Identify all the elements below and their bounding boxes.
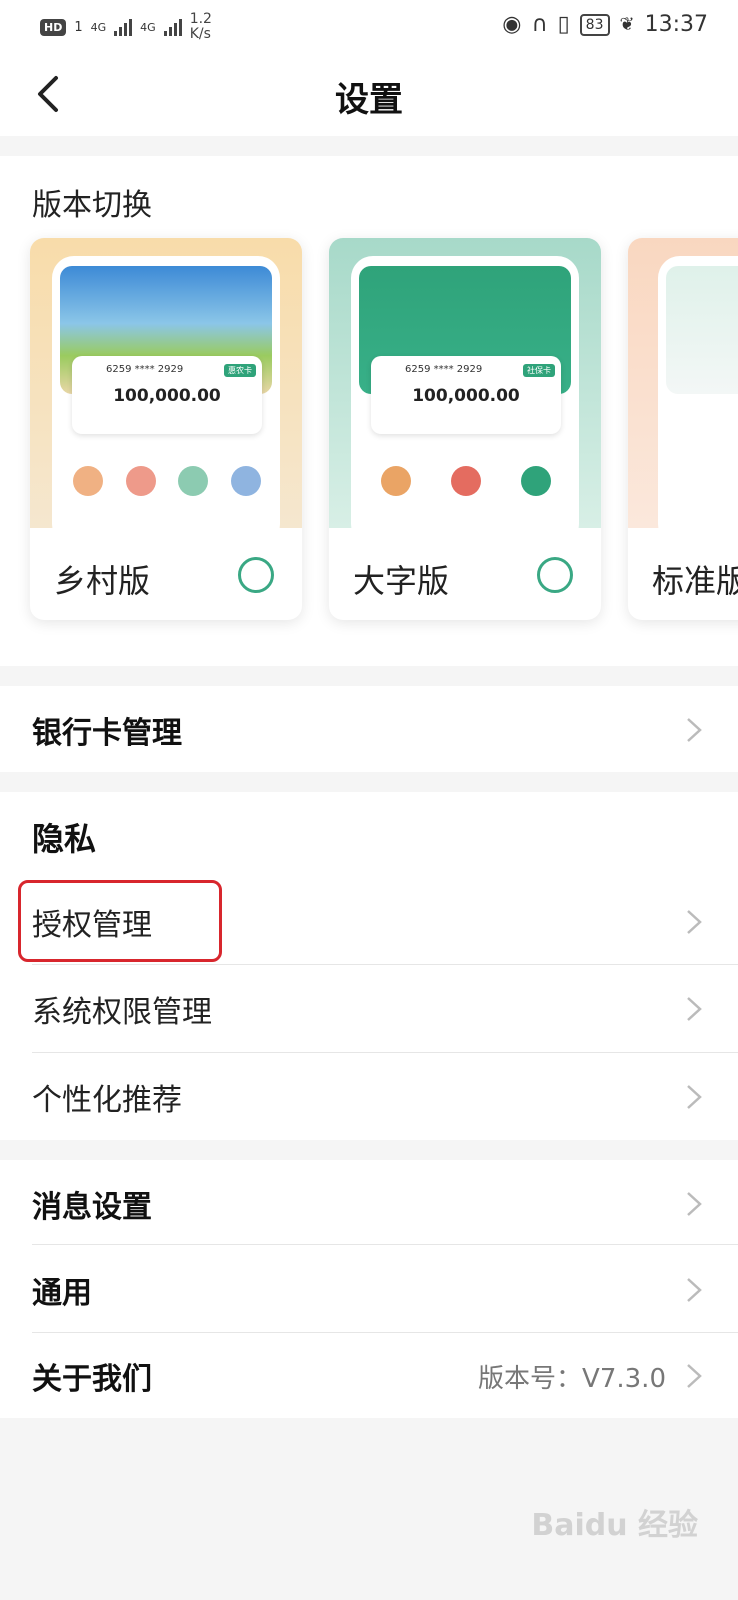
row-label: 系统权限管理 xyxy=(32,995,212,1030)
signal-icon-2 xyxy=(163,18,182,36)
watermark: Baidu 经验 xyxy=(531,1508,698,1543)
version-card-standard[interactable]: 标准版 xyxy=(628,238,738,620)
chevron-right-icon xyxy=(687,1278,702,1302)
radio-button[interactable] xyxy=(537,557,573,593)
net-speed-unit: K/s xyxy=(189,26,211,42)
standard-preview-image xyxy=(628,238,738,546)
message-settings-row[interactable]: 消息设置 xyxy=(0,1160,738,1248)
hd-badge: HD xyxy=(40,18,67,36)
row-label: 消息设置 xyxy=(32,1190,152,1225)
row-label: 关于我们 xyxy=(32,1362,152,1397)
row-label: 通用 xyxy=(32,1276,92,1311)
phone-icons xyxy=(361,466,571,496)
privacy-item-personalized-recommend[interactable]: 个性化推荐 xyxy=(0,1053,738,1141)
network-label-2: 4G xyxy=(140,20,156,34)
chevron-right-icon xyxy=(687,1085,702,1109)
status-bar: HD 1 4G 4G 1.2 K/s ◉ ∩ ▯ 83 ❦ 13:37 xyxy=(0,0,738,52)
card-label: 乡村版 xyxy=(54,562,151,600)
highlight-box xyxy=(18,880,222,962)
divider xyxy=(32,1244,738,1245)
card-tag: 社保卡 xyxy=(523,364,555,377)
battery-indicator: 83 xyxy=(579,13,610,36)
nav-bar: 设置 xyxy=(0,52,738,136)
bank-card-label: 银行卡管理 xyxy=(32,716,182,751)
phone-mock xyxy=(658,256,738,546)
radio-button[interactable] xyxy=(238,557,274,593)
eye-icon: ◉ xyxy=(502,12,522,37)
network-label-1: 4G xyxy=(90,20,107,34)
misc-section: 消息设置 通用 关于我们 版本号：V7.3.0 xyxy=(0,1160,738,1418)
row-label: 个性化推荐 xyxy=(32,1083,182,1118)
status-left: HD 1 4G 4G 1.2 K/s xyxy=(40,12,212,42)
large-font-preview-image: 6259 **** 2929 社保卡 100,000.00 xyxy=(329,238,601,546)
general-row[interactable]: 通用 xyxy=(0,1246,738,1334)
privacy-section: 隐私 授权管理 系统权限管理 个性化推荐 xyxy=(0,792,738,1140)
card-number: 6259 **** 2929 xyxy=(405,364,483,375)
chevron-right-icon xyxy=(687,1192,702,1216)
card-balance: 100,000.00 xyxy=(113,386,221,406)
chevron-right-icon xyxy=(687,718,702,742)
headphones-icon: ∩ xyxy=(531,12,548,37)
chevron-right-icon xyxy=(687,997,702,1021)
version-card-large-font[interactable]: 6259 **** 2929 社保卡 100,000.00 大字版 xyxy=(329,238,601,620)
sim-label: 1 xyxy=(74,19,83,35)
card-tag: 惠农卡 xyxy=(224,364,256,377)
version-switch-section: 版本切换 6259 **** 2929 惠农卡 100,000.00 乡村版 6… xyxy=(0,156,738,666)
phone-mock: 6259 **** 2929 惠农卡 100,000.00 xyxy=(52,256,280,546)
status-right: ◉ ∩ ▯ 83 ❦ 13:37 xyxy=(502,12,708,37)
version-switch-title: 版本切换 xyxy=(32,188,152,223)
chevron-right-icon xyxy=(687,910,702,934)
privacy-title: 隐私 xyxy=(32,820,97,858)
vibrate-icon: ▯ xyxy=(557,12,570,37)
bank-card-row[interactable]: 银行卡管理 xyxy=(0,686,738,774)
card-label: 标准版 xyxy=(652,562,738,600)
phone-card: 6259 **** 2929 社保卡 100,000.00 xyxy=(371,356,561,434)
net-speed-value: 1.2 xyxy=(189,11,212,27)
privacy-item-system-permissions[interactable]: 系统权限管理 xyxy=(0,965,738,1053)
chevron-right-icon xyxy=(687,1364,702,1388)
about-us-row[interactable]: 关于我们 版本号：V7.3.0 xyxy=(0,1332,738,1420)
net-speed: 1.2 K/s xyxy=(190,12,212,42)
version-card-rural[interactable]: 6259 **** 2929 惠农卡 100,000.00 乡村版 xyxy=(30,238,302,620)
phone-icons xyxy=(62,466,272,496)
page-title: 设置 xyxy=(335,80,403,120)
bank-card-section: 银行卡管理 xyxy=(0,686,738,772)
version-number: 版本号：V7.3.0 xyxy=(478,1364,666,1394)
leaf-icon: ❦ xyxy=(619,14,635,35)
signal-icon xyxy=(114,18,133,36)
phone-mock: 6259 **** 2929 社保卡 100,000.00 xyxy=(351,256,579,546)
phone-header xyxy=(666,266,738,394)
card-number: 6259 **** 2929 xyxy=(106,364,184,375)
card-label: 大字版 xyxy=(353,562,450,600)
card-balance: 100,000.00 xyxy=(412,386,520,406)
rural-preview-image: 6259 **** 2929 惠农卡 100,000.00 xyxy=(30,238,302,546)
clock: 13:37 xyxy=(644,12,708,37)
phone-card: 6259 **** 2929 惠农卡 100,000.00 xyxy=(72,356,262,434)
